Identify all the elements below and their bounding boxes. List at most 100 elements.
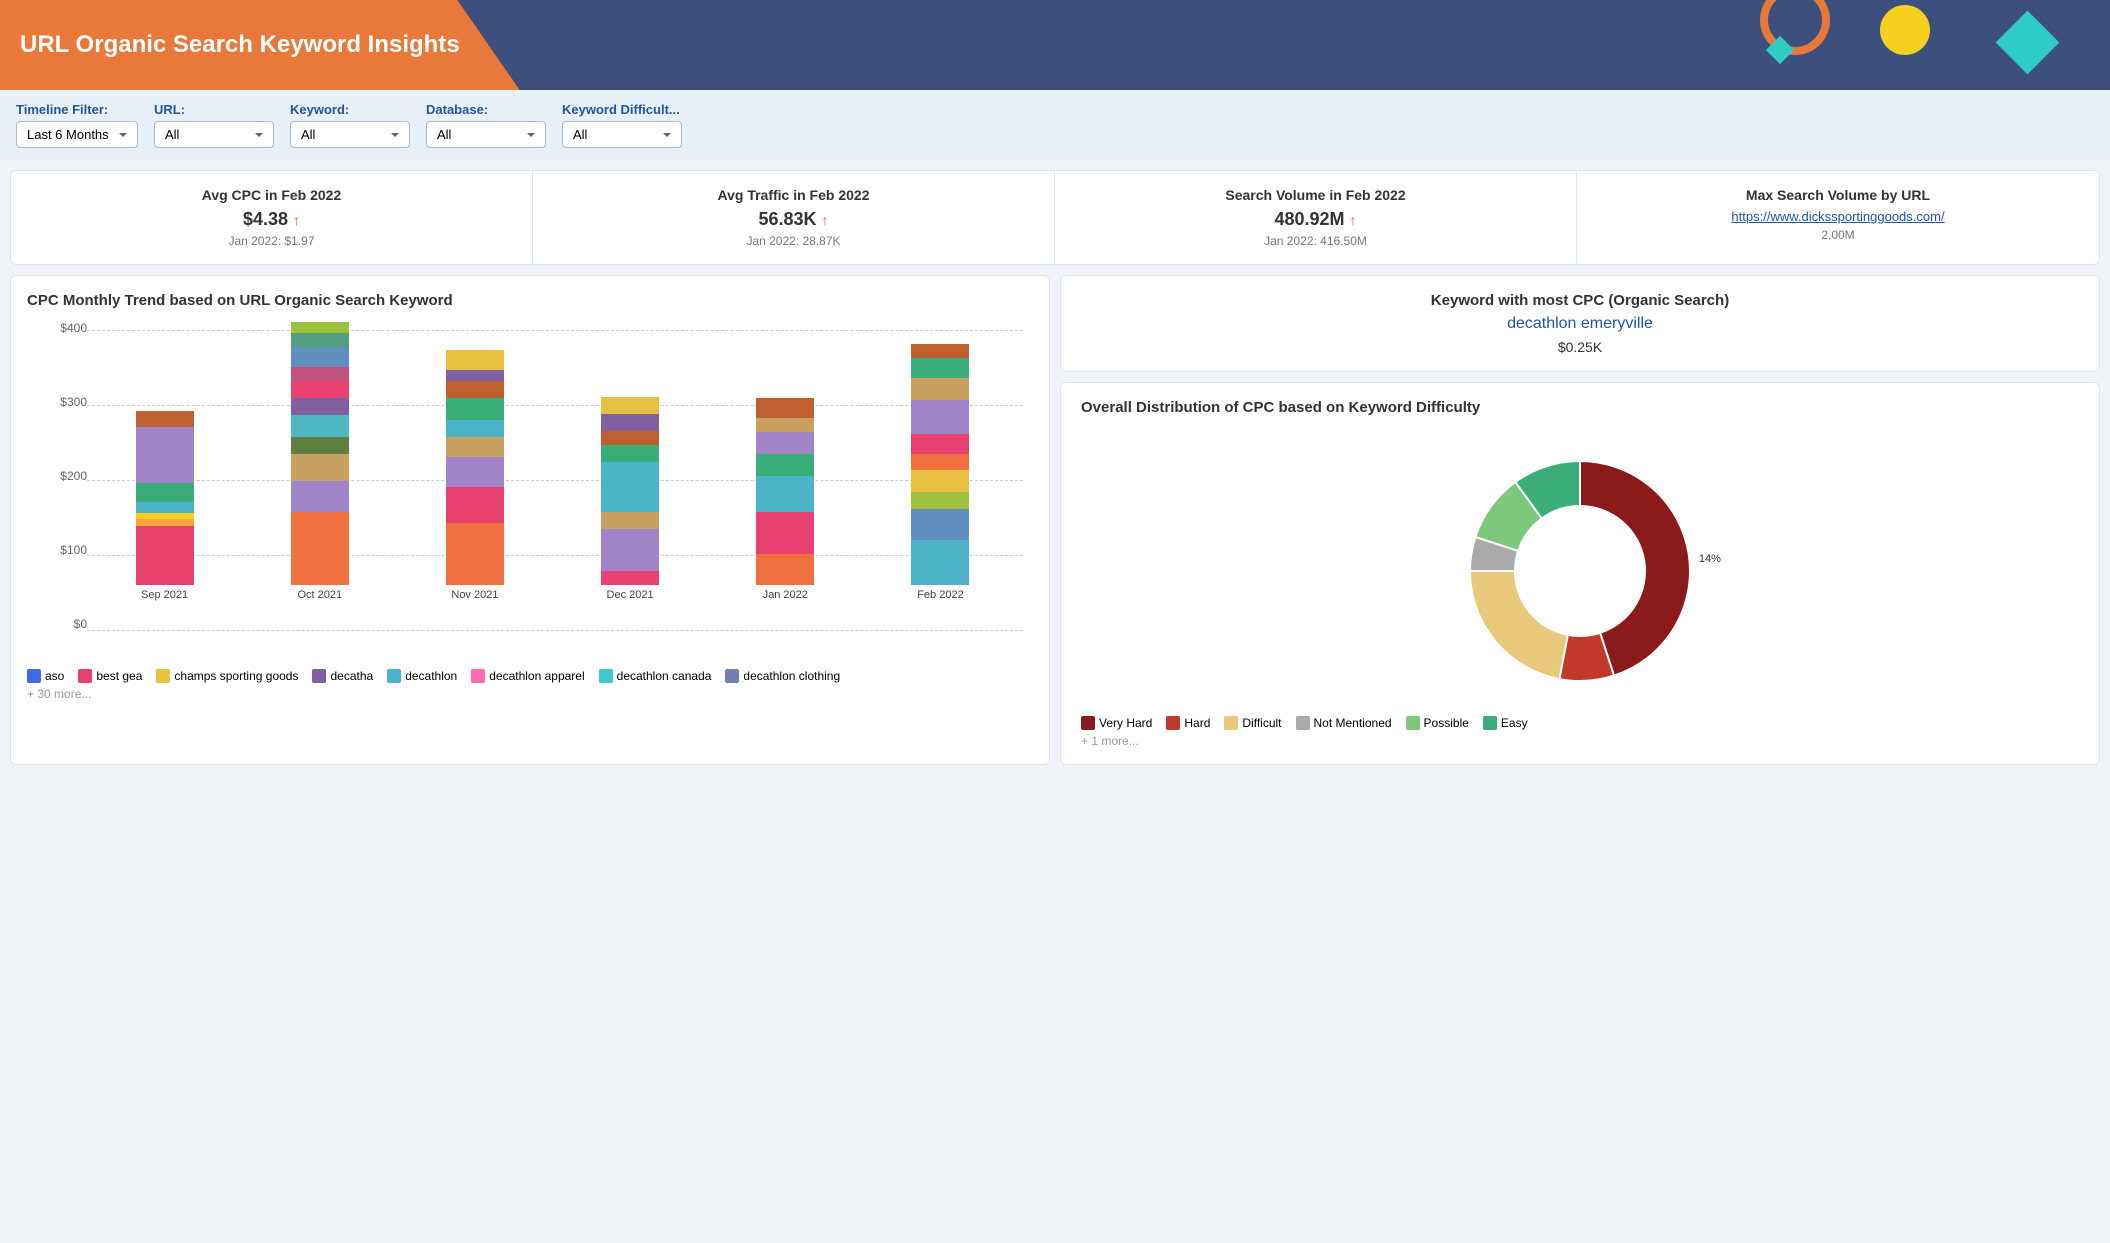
bar-chart-area: Sep 2021Oct 2021Nov 2021Dec 2021Jan 2022… <box>27 321 1033 641</box>
legend-label: decatha <box>330 669 373 683</box>
donut-chart-area: 14% <box>1081 426 2079 706</box>
legend-item: decathlon <box>387 669 457 683</box>
donut-legend-swatch <box>1483 716 1497 730</box>
bar-segment <box>291 454 349 482</box>
stat-trend-1: ↑ <box>822 212 829 228</box>
bar-segment <box>601 431 659 445</box>
bar-segment <box>136 483 194 503</box>
bar-segment <box>756 476 814 512</box>
filter-keyword-select[interactable]: All <box>290 121 410 148</box>
bar-stack <box>756 397 814 585</box>
legend-swatch <box>387 669 401 683</box>
bar-segment <box>911 454 969 471</box>
bar-segment <box>446 381 504 398</box>
bar-segment <box>446 523 504 585</box>
decoration-diamond-teal <box>1996 11 2060 75</box>
donut-legend-item: Very Hard <box>1081 716 1152 730</box>
filter-database-label: Database: <box>426 102 546 117</box>
bar-segment <box>291 347 349 367</box>
legend-label: best gea <box>96 669 142 683</box>
bar-segment <box>446 487 504 523</box>
bar-segment <box>291 322 349 333</box>
donut-legend-swatch <box>1166 716 1180 730</box>
bar-group: Nov 2021 <box>402 350 547 601</box>
bar-segment <box>601 414 659 431</box>
bar-segment <box>291 481 349 512</box>
stat-link-3[interactable]: https://www.dickssportinggoods.com/ <box>1597 209 2079 224</box>
bar-segment <box>291 437 349 454</box>
legend-label: aso <box>45 669 64 683</box>
bar-group: Oct 2021 <box>247 322 392 601</box>
bar-segment <box>756 432 814 454</box>
stat-trend-2: ↑ <box>1350 212 1357 228</box>
filter-timeline-label: Timeline Filter: <box>16 102 138 117</box>
donut-legend-item: Difficult <box>1224 716 1281 730</box>
legend-label: champs sporting goods <box>174 669 298 683</box>
donut-chart-legend: Very Hard Hard Difficult Not Mentioned P… <box>1081 716 2079 730</box>
legend-swatch <box>156 669 170 683</box>
filter-database: Database: All <box>426 102 546 148</box>
bar-segment <box>911 344 969 358</box>
stat-title-0: Avg CPC in Feb 2022 <box>31 187 512 203</box>
bar-segment <box>291 381 349 398</box>
stat-card-1: Avg Traffic in Feb 2022 56.83K ↑ Jan 202… <box>533 171 1055 264</box>
bar-stack <box>136 411 194 585</box>
donut-segment-2 <box>1470 571 1568 679</box>
filter-difficulty-label: Keyword Difficult... <box>562 102 682 117</box>
decoration-diamond-small <box>1766 36 1794 64</box>
donut-chart-more[interactable]: + 1 more... <box>1081 734 2079 748</box>
bar-segment <box>601 397 659 414</box>
bar-segment <box>136 427 194 483</box>
bar-stack <box>601 397 659 585</box>
legend-label: decathlon clothing <box>743 669 840 683</box>
bar-segment <box>291 398 349 415</box>
filter-url-select[interactable]: All <box>154 121 274 148</box>
legend-item: decathlon clothing <box>725 669 840 683</box>
stat-card-3: Max Search Volume by URL https://www.dic… <box>1577 171 2099 264</box>
bar-segment <box>911 509 969 540</box>
bar-segment <box>136 519 194 526</box>
donut-legend-label: Difficult <box>1242 716 1281 730</box>
bar-segment <box>911 358 969 378</box>
header: URL Organic Search Keyword Insights <box>0 0 2110 90</box>
filter-timeline: Timeline Filter: Last 6 Months <box>16 102 138 148</box>
keyword-insight-keyword[interactable]: decathlon emeryville <box>1081 315 2079 333</box>
bar-segment <box>291 333 349 347</box>
stat-value-0: $4.38 ↑ <box>31 209 512 230</box>
filter-database-select[interactable]: All <box>426 121 546 148</box>
donut-legend-item: Easy <box>1483 716 1528 730</box>
bar-stack <box>291 322 349 585</box>
bar-chart-more[interactable]: + 30 more... <box>27 687 1033 701</box>
stat-title-1: Avg Traffic in Feb 2022 <box>553 187 1034 203</box>
donut-legend-label: Very Hard <box>1099 716 1152 730</box>
filter-keyword: Keyword: All <box>290 102 410 148</box>
legend-swatch <box>725 669 739 683</box>
bar-stack <box>446 350 504 585</box>
stat-sub-1: Jan 2022: 28.87K <box>553 234 1034 248</box>
legend-label: decathlon apparel <box>489 669 584 683</box>
donut-legend-item: Hard <box>1166 716 1210 730</box>
bar-group: Feb 2022 <box>868 344 1013 601</box>
bar-segment <box>136 502 194 513</box>
bar-segment <box>911 378 969 400</box>
right-column: Keyword with most CPC (Organic Search) d… <box>1060 275 2100 765</box>
bar-group: Sep 2021 <box>92 411 237 601</box>
stat-card-0: Avg CPC in Feb 2022 $4.38 ↑ Jan 2022: $1… <box>11 171 533 264</box>
filter-keyword-label: Keyword: <box>290 102 410 117</box>
bar-segment <box>601 571 659 585</box>
bar-segment <box>446 350 504 370</box>
filter-timeline-select[interactable]: Last 6 Months <box>16 121 138 148</box>
filter-difficulty-select[interactable]: All <box>562 121 682 148</box>
stat-value-1: 56.83K ↑ <box>553 209 1034 230</box>
legend-label: decathlon canada <box>617 669 712 683</box>
donut-svg: 14% <box>1420 426 1740 706</box>
donut-legend-label: Hard <box>1184 716 1210 730</box>
donut-legend-swatch <box>1296 716 1310 730</box>
bar-segment <box>911 470 969 492</box>
stat-card-2: Search Volume in Feb 2022 480.92M ↑ Jan … <box>1055 171 1577 264</box>
filter-difficulty: Keyword Difficult... All <box>562 102 682 148</box>
bar-chart-legend: aso best gea champs sporting goods decat… <box>27 669 1033 683</box>
decoration-circle-orange <box>1760 0 1830 55</box>
legend-swatch <box>471 669 485 683</box>
bar-group: Jan 2022 <box>713 397 858 601</box>
